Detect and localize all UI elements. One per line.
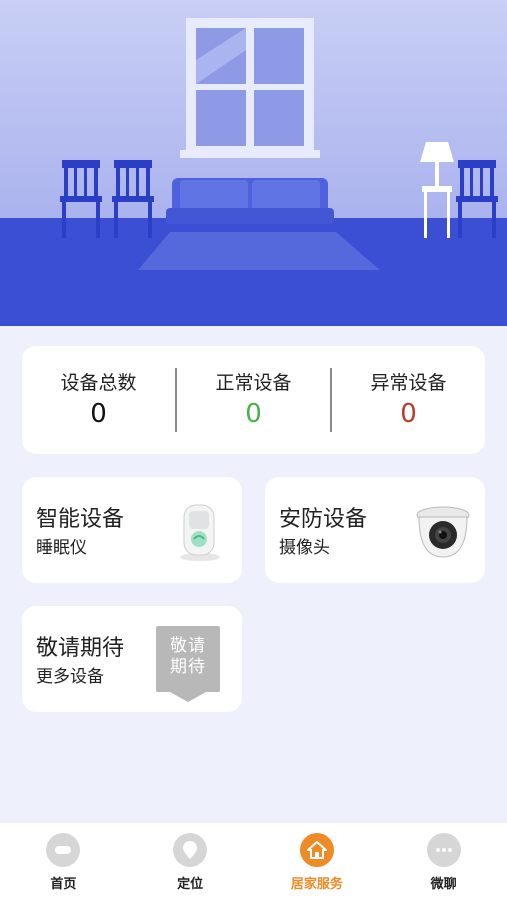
home-icon [46,833,81,867]
coming-soon-card[interactable]: 敬请期待 更多设备 敬请 期待 [22,606,242,712]
stat-total: 设备总数 0 [22,372,175,429]
security-camera-icon [413,501,473,565]
smart-device-card[interactable]: 智能设备 睡眠仪 [22,477,242,583]
stat-normal-value: 0 [245,398,262,429]
tab-home-label: 首页 [50,877,77,892]
stat-normal-label: 正常设备 [215,371,292,394]
stat-normal: 正常设备 0 [177,372,330,429]
tab-location[interactable]: 定位 [127,823,254,900]
stat-total-value: 0 [90,398,107,429]
sleep-monitor-icon [174,499,226,567]
smart-device-subtitle: 睡眠仪 [36,538,87,558]
coming-soon-subtitle: 更多设备 [36,667,104,687]
coming-soon-badge: 敬请 期待 [156,626,220,702]
tab-home[interactable]: 首页 [0,823,127,900]
chat-icon [426,833,461,867]
tab-chat-label: 微聊 [430,877,457,892]
device-stats-panel: 设备总数 0 正常设备 0 异常设备 0 [22,346,485,454]
security-device-card[interactable]: 安防设备 摄像头 [265,477,485,583]
stat-abnormal: 异常设备 0 [332,372,485,429]
stat-total-label: 设备总数 [60,371,137,394]
stat-abnormal-value: 0 [400,398,417,429]
security-device-subtitle: 摄像头 [279,538,330,558]
tab-location-label: 定位 [177,877,204,892]
house-icon [299,833,334,867]
hero-illustration [0,0,507,326]
location-pin-icon [173,833,208,867]
stat-abnormal-label: 异常设备 [370,371,447,394]
tab-home-service-label: 居家服务 [290,877,343,892]
tab-chat[interactable]: 微聊 [380,823,507,900]
tab-home-service[interactable]: 居家服务 [254,823,381,900]
coming-soon-title: 敬请期待 [36,636,125,661]
security-device-title: 安防设备 [279,507,368,532]
smart-device-title: 智能设备 [36,507,125,532]
bottom-tab-bar: 首页 定位 居家服务 微聊 [0,823,507,900]
